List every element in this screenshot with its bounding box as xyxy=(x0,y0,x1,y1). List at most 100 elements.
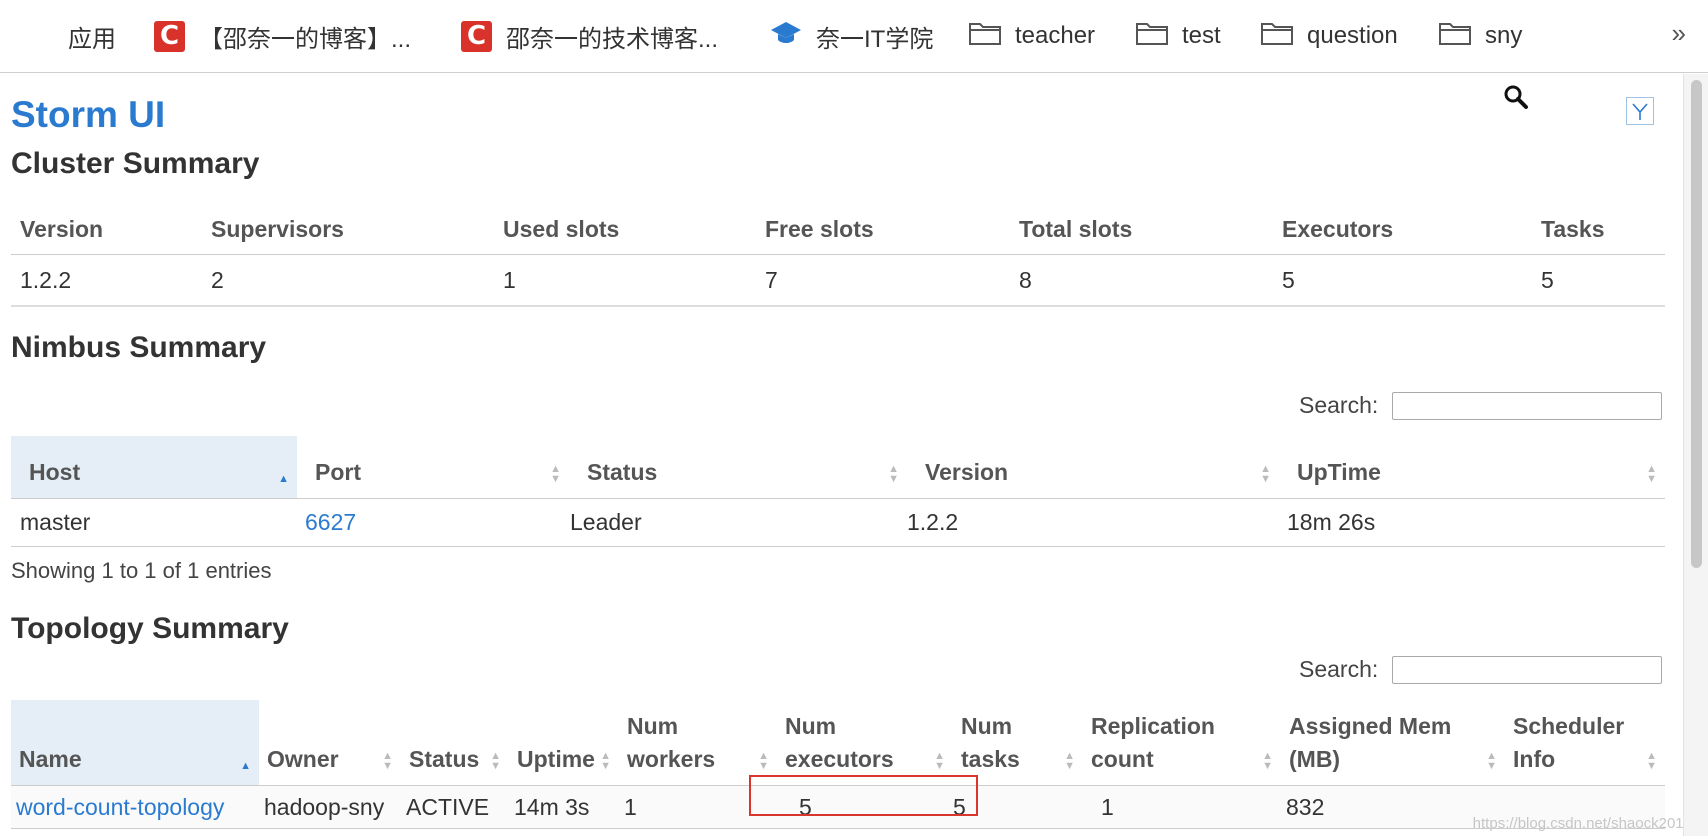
sort-both-icon: ▲ ▼ xyxy=(1646,750,1657,772)
column-header-label: Status xyxy=(587,459,658,485)
table-cell: 1.2.2 xyxy=(11,254,202,307)
column-header: Tasks xyxy=(1532,204,1665,255)
bookmark-folder-teacher[interactable]: teacher xyxy=(969,0,1095,72)
cluster-summary-table: Version Supervisors Used slots Free slot… xyxy=(11,204,1665,307)
sort-both-icon: ▲ ▼ xyxy=(490,750,501,772)
topology-assigned-mem: 832 xyxy=(1281,785,1505,829)
column-header-num-tasks[interactable]: Num tasks ▲ ▼ xyxy=(953,700,1083,786)
column-header-scheduler-info[interactable]: Scheduler Info ▲ ▼ xyxy=(1505,700,1665,786)
bookmark-blog-1[interactable]: C 【邵奈一的博客】... xyxy=(154,0,411,72)
page-title[interactable]: Storm UI xyxy=(11,94,165,136)
csdn-c-icon: C xyxy=(154,20,185,52)
table-cell: 7 xyxy=(756,254,1010,307)
bookmarks-overflow-button[interactable]: » xyxy=(1672,18,1686,49)
topology-owner: hadoop-sny xyxy=(259,785,401,829)
column-header-label: Host xyxy=(29,459,81,485)
bookmarks-bar: 应用 C 【邵奈一的博客】... C 邵奈一的技术博客... 奈一IT学院 te… xyxy=(0,0,1708,73)
column-header-uptime[interactable]: Uptime ▲ ▼ xyxy=(509,700,619,786)
column-header-label-line1: Num xyxy=(785,713,837,739)
bookmark-label: question xyxy=(1307,22,1398,49)
search-icon[interactable] xyxy=(1503,84,1529,110)
sort-ascending-icon: ▲ xyxy=(278,473,289,485)
folder-icon xyxy=(1261,21,1293,52)
column-header-owner[interactable]: Owner ▲ ▼ xyxy=(259,700,401,786)
table-header-row: Name ▲ Owner ▲ ▼ Status ▲ ▼ Uptime ▲ ▼ Num worke… xyxy=(11,700,1665,786)
column-header: Executors xyxy=(1273,204,1532,255)
sort-both-icon: ▲ ▼ xyxy=(1260,463,1271,485)
column-header: Version xyxy=(11,204,202,255)
column-header: Used slots xyxy=(494,204,756,255)
bookmark-label: 应用 xyxy=(68,25,116,53)
bookmark-label: teacher xyxy=(1015,22,1096,49)
bookmark-folder-sny[interactable]: sny xyxy=(1439,0,1522,72)
column-header-port[interactable]: Port ▲ ▼ xyxy=(297,436,569,499)
table-cell: 8 xyxy=(1010,254,1273,307)
graduation-cap-icon xyxy=(770,20,802,53)
main-content: Storm UI Cluster Summary Version Supervi… xyxy=(0,74,1684,836)
scrollbar-thumb[interactable] xyxy=(1691,80,1702,568)
cluster-summary-heading: Cluster Summary xyxy=(11,147,260,180)
table-cell: 1 xyxy=(494,254,756,307)
column-header: Supervisors xyxy=(202,204,494,255)
nimbus-host: master xyxy=(11,498,297,547)
nimbus-table-info: Showing 1 to 1 of 1 entries xyxy=(11,558,272,583)
sort-ascending-icon: ▲ xyxy=(240,760,251,772)
column-header-name[interactable]: Name ▲ xyxy=(11,700,259,786)
apps-grid-icon xyxy=(26,22,54,50)
sort-both-icon: ▲ ▼ xyxy=(1064,750,1075,772)
column-header-host[interactable]: Host ▲ xyxy=(11,436,297,499)
column-header: Total slots xyxy=(1010,204,1273,255)
column-header-label-line2: executors xyxy=(785,746,894,772)
column-header-status[interactable]: Status ▲ ▼ xyxy=(569,436,907,499)
bookmark-blog-2[interactable]: C 邵奈一的技术博客... xyxy=(461,0,718,72)
table-header-row: Version Supervisors Used slots Free slot… xyxy=(11,204,1665,255)
column-header-version[interactable]: Version ▲ ▼ xyxy=(907,436,1279,499)
topology-summary-heading: Topology Summary xyxy=(11,612,289,645)
nimbus-port-link[interactable]: 6627 xyxy=(305,509,356,535)
topology-name-link[interactable]: word-count-topology xyxy=(16,794,224,820)
column-header-label-line1: Replication xyxy=(1091,713,1215,739)
column-header-label-line1: Num xyxy=(961,713,1013,739)
bookmark-folder-question[interactable]: question xyxy=(1261,0,1398,72)
topology-uptime: 14m 3s xyxy=(509,785,619,829)
table-row: master 6627 Leader 1.2.2 18m 26s xyxy=(11,498,1665,547)
column-header-label: Uptime xyxy=(517,746,595,772)
column-header-label-line2: (MB) xyxy=(1289,746,1341,772)
bookmark-label: test xyxy=(1182,22,1221,49)
bookmark-label: 奈一IT学院 xyxy=(816,25,934,53)
column-header-status[interactable]: Status ▲ ▼ xyxy=(401,700,509,786)
sort-both-icon: ▲ ▼ xyxy=(1486,750,1497,772)
column-header-label-line2: count xyxy=(1091,746,1154,772)
filter-icon[interactable] xyxy=(1626,97,1654,125)
column-header-label: Port xyxy=(315,459,361,485)
bookmark-apps[interactable]: 应用 xyxy=(26,0,116,72)
sort-both-icon: ▲ ▼ xyxy=(600,750,611,772)
csdn-c-icon: C xyxy=(461,20,492,52)
bookmark-label: 【邵奈一的博客】... xyxy=(199,25,412,53)
column-header-label-line1: Num xyxy=(627,713,679,739)
nimbus-summary-heading: Nimbus Summary xyxy=(11,331,267,364)
column-header-replication-count[interactable]: Replication count ▲ ▼ xyxy=(1083,700,1281,786)
column-header-assigned-mem[interactable]: Assigned Mem (MB) ▲ ▼ xyxy=(1281,700,1505,786)
topology-search-input[interactable] xyxy=(1392,656,1662,684)
vertical-scrollbar[interactable] xyxy=(1683,74,1708,836)
column-header-label: Name xyxy=(19,746,82,772)
column-header-label-line1: Assigned Mem xyxy=(1289,713,1452,739)
nimbus-search-input[interactable] xyxy=(1392,392,1662,420)
folder-icon xyxy=(1439,21,1471,52)
bookmark-folder-test[interactable]: test xyxy=(1136,0,1221,72)
highlight-box xyxy=(749,775,978,816)
column-header-label: Status xyxy=(409,746,480,772)
bookmark-label: 邵奈一的技术博客... xyxy=(506,25,719,53)
folder-icon xyxy=(969,21,1001,52)
column-header-num-workers[interactable]: Num workers ▲ ▼ xyxy=(619,700,777,786)
column-header-label: Owner xyxy=(267,746,339,772)
sort-both-icon: ▲ ▼ xyxy=(382,750,393,772)
bookmark-label: sny xyxy=(1485,22,1523,49)
column-header-uptime[interactable]: UpTime ▲ ▼ xyxy=(1279,436,1665,499)
bookmark-it-college[interactable]: 奈一IT学院 xyxy=(770,0,933,72)
folder-icon xyxy=(1136,21,1168,52)
column-header-num-executors[interactable]: Num executors ▲ ▼ xyxy=(777,700,953,786)
nimbus-summary-table: Host ▲ Port ▲ ▼ Status ▲ ▼ Version ▲ ▼ UpTime ▲ ▼… xyxy=(11,436,1665,547)
sort-both-icon: ▲ ▼ xyxy=(550,463,561,485)
